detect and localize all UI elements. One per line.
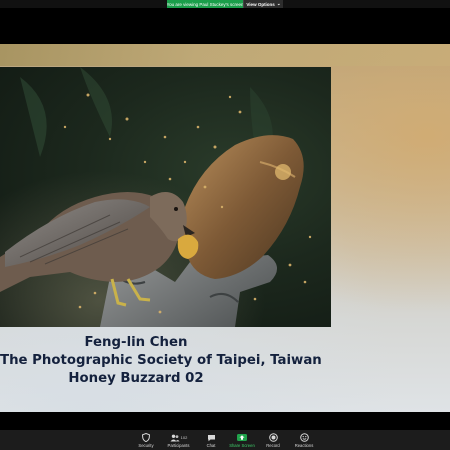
photo-title: Honey Buzzard 02: [68, 371, 204, 386]
viewing-screen-label: You are viewing Paul Stuckey's screen: [167, 0, 243, 8]
reactions-icon: [299, 433, 309, 442]
photographer-name: Feng-lin Chen: [84, 335, 188, 350]
chat-icon: [207, 433, 216, 442]
chat-label: Chat: [206, 443, 216, 448]
chevron-down-icon: ⌄: [276, 1, 281, 6]
record-label: Record: [266, 443, 280, 448]
participant-count: 102: [180, 435, 188, 440]
reactions-label: Reactions: [294, 443, 314, 448]
shared-slide: Feng-lin Chen The Photographic Society o…: [0, 44, 450, 412]
photo-society: The Photographic Society of Taipei, Taiw…: [0, 353, 322, 368]
record-icon: [268, 433, 278, 442]
participants-label: Participants: [167, 443, 190, 448]
security-label: Security: [138, 443, 154, 448]
letterbox-top: [0, 8, 450, 44]
participants-icon: 102: [170, 433, 188, 442]
photo-caption: Feng-lin Chen The Photographic Society o…: [0, 334, 322, 388]
view-options-button[interactable]: View Options ⌄: [243, 0, 283, 8]
share-screen-button[interactable]: Share Screen: [227, 430, 258, 450]
slide-background-band: [0, 44, 450, 66]
record-button[interactable]: Record: [258, 430, 289, 450]
meeting-toolbar: Security 102 Participants Chat Share Scr…: [0, 430, 450, 450]
security-button[interactable]: Security: [131, 430, 162, 450]
honey-buzzard-photo: [0, 67, 331, 327]
share-screen-icon-wrap: [237, 433, 247, 442]
chat-button[interactable]: Chat: [196, 430, 227, 450]
participants-button[interactable]: 102 Participants: [162, 430, 196, 450]
share-screen-icon: [237, 434, 247, 441]
photo-illustration: [0, 67, 331, 327]
reactions-button[interactable]: Reactions: [289, 430, 320, 450]
view-options-label: View Options: [246, 1, 275, 7]
share-screen-label: Share Screen: [229, 443, 255, 448]
screen-share-banner: You are viewing Paul Stuckey's screen Vi…: [167, 0, 283, 8]
letterbox-bottom: [0, 412, 450, 430]
shield-icon: [142, 433, 150, 442]
